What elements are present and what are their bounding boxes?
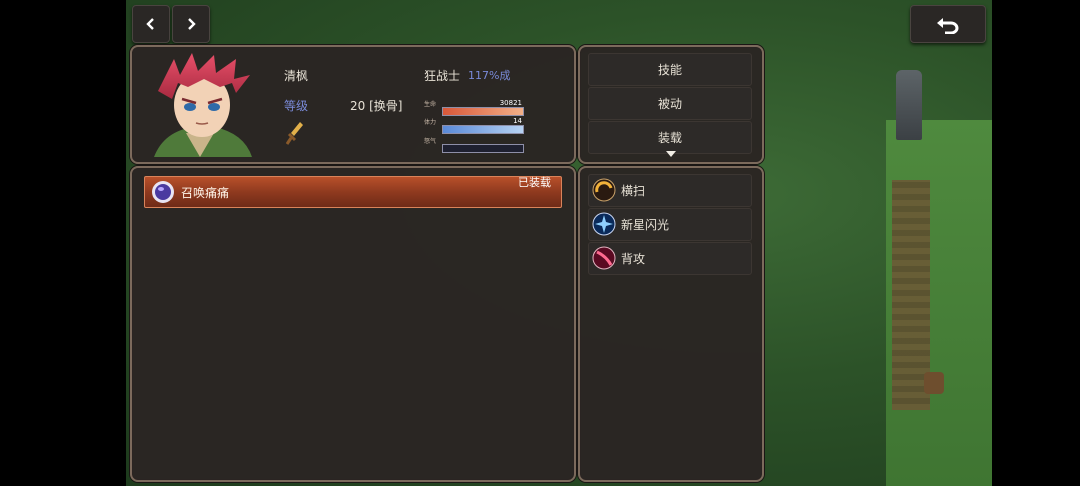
rage-bar: [442, 144, 524, 153]
back-button[interactable]: [910, 5, 986, 43]
summon-orb-icon: [152, 181, 174, 203]
level-value: 20 [换骨]: [350, 99, 403, 113]
equipped-badge: 已装载: [518, 176, 551, 189]
skill-row-sweep[interactable]: 横扫: [588, 174, 752, 207]
character-name: 清枫: [284, 69, 309, 83]
menu-passive-button[interactable]: 被动: [588, 87, 752, 120]
equipped-panel: 召唤痛痛 已装载: [130, 166, 576, 482]
rage-label: 怒气: [424, 138, 437, 145]
tree-stump: [924, 372, 944, 394]
character-panel: 清枫 等级 20 [换骨] 狂战士 117%成 生命 30821 体力 14 怒…: [130, 45, 576, 164]
stamina-label: 体力: [424, 119, 437, 126]
slash-icon: [592, 246, 616, 270]
stamina-bar: [442, 125, 524, 134]
stone-statue: [896, 70, 922, 140]
equipped-item-row[interactable]: 召唤痛痛: [144, 176, 562, 208]
menu-loadout-button[interactable]: 装载: [588, 121, 752, 154]
skill-name: 新星闪光: [621, 218, 670, 232]
hp-label: 生命: [424, 101, 437, 108]
menu-panel: 技能 被动 装载: [578, 45, 764, 164]
chevron-right-icon: [188, 18, 196, 30]
next-button[interactable]: [172, 5, 210, 43]
character-portrait: [154, 53, 252, 157]
swirl-icon: [592, 178, 616, 202]
hp-value: 30821: [499, 99, 522, 107]
skill-name: 横扫: [621, 184, 646, 198]
caret-down-icon[interactable]: [666, 151, 676, 157]
exp-text: 117%成: [468, 69, 511, 82]
stamina-value: 14: [513, 117, 522, 125]
hp-bar: [442, 107, 524, 116]
class-name: 狂战士: [424, 69, 461, 83]
equipped-item-name: 召唤痛痛: [181, 186, 230, 200]
skill-name: 背攻: [621, 252, 646, 266]
chevron-left-icon: [146, 18, 154, 30]
menu-skills-button[interactable]: 技能: [588, 53, 752, 86]
skills-panel: 横扫 新星闪光 背攻: [578, 166, 764, 482]
level-label: 等级: [284, 99, 309, 113]
skill-row-nova[interactable]: 新星闪光: [588, 208, 752, 241]
star-burst-icon: [592, 212, 616, 236]
undo-arrow-icon: [937, 18, 959, 34]
sword-icon: [286, 122, 303, 145]
prev-button[interactable]: [132, 5, 170, 43]
skill-row-backstab[interactable]: 背攻: [588, 242, 752, 275]
